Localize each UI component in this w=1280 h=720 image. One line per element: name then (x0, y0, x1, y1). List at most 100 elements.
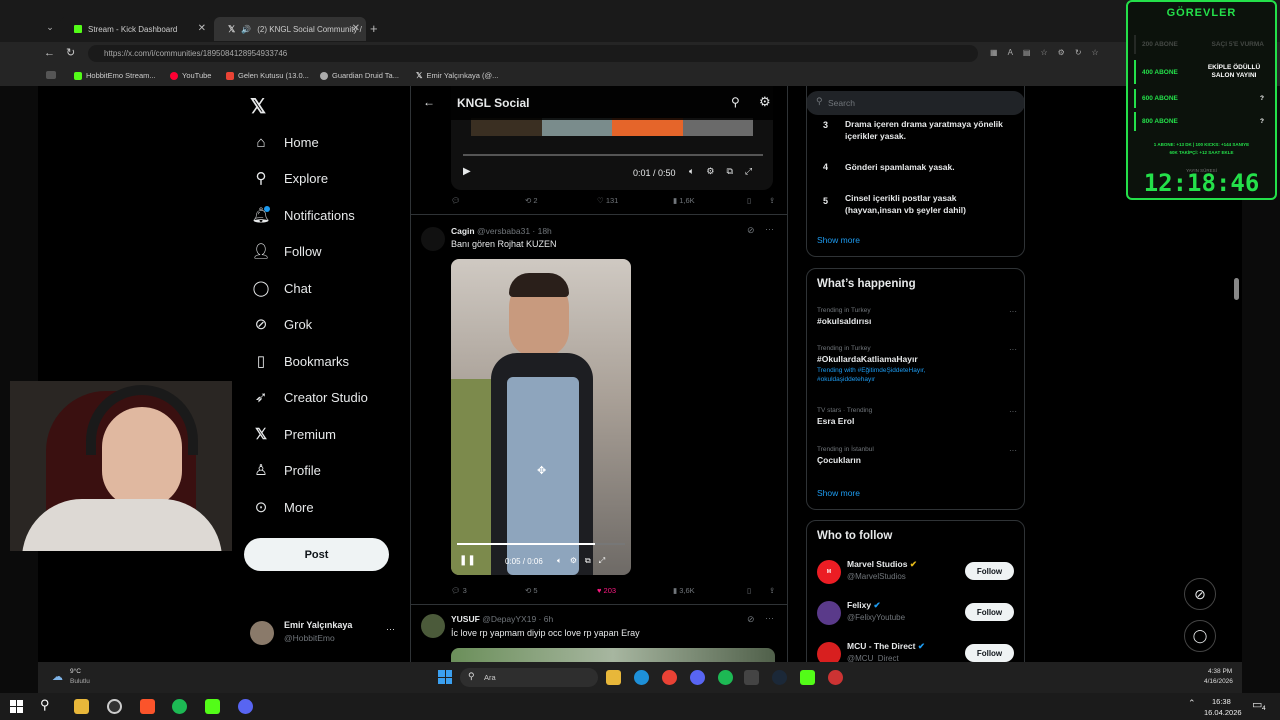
tab-list-button[interactable]: ⌄ (42, 22, 58, 36)
more-dots-icon[interactable]: ··· (386, 624, 395, 634)
bookmark-item[interactable]: Gelen Kutusu (13.0... (226, 71, 309, 80)
url-field[interactable]: https://x.com/i/communities/189508412895… (88, 45, 978, 62)
windows-start-icon[interactable] (438, 670, 452, 684)
taskbar-search[interactable]: ⚲ Ara (460, 668, 598, 687)
account-switcher[interactable]: Emir Yalçınkaya @HobbitEmo ··· (250, 618, 400, 648)
more-dots-icon[interactable]: ··· (1009, 446, 1017, 455)
like-count[interactable]: ♥ 203 (597, 586, 616, 595)
star-icon[interactable]: ☆ (1040, 48, 1047, 57)
video-progress[interactable] (463, 154, 763, 156)
nav-premium[interactable]: 𝕏 Premium (252, 419, 336, 449)
tray-chevron-icon[interactable]: ⌃ (1188, 698, 1196, 709)
nav-creator-studio[interactable]: ➶ Creator Studio (252, 382, 368, 412)
repost-count[interactable]: ⟲ 5 (525, 586, 538, 595)
nav-notifications[interactable]: 🔔︎ Notifications (251, 200, 355, 230)
fullscreen-icon[interactable]: ⤢ (599, 556, 605, 566)
like-count[interactable]: ♡ 131 (597, 196, 618, 205)
volume-icon[interactable]: 🔈︎ (557, 556, 562, 566)
brave-icon[interactable] (140, 699, 155, 714)
reload-button[interactable]: ↻ (66, 46, 75, 59)
author-name[interactable]: Cagin (451, 226, 475, 236)
nav-home[interactable]: ⌂ Home (252, 127, 318, 157)
repost-count[interactable]: ⟲ 2 (525, 196, 538, 205)
settings-icon[interactable]: ⚙ (706, 166, 714, 177)
follow-suggestion[interactable]: MCU - The Direct ✔ @MCU_Direct Follow (807, 639, 1024, 662)
obs-icon[interactable] (107, 699, 122, 714)
settings-gear-icon[interactable]: ⚙ (759, 94, 771, 110)
search-icon[interactable]: ⚲ (731, 95, 740, 109)
edge-icon[interactable] (634, 670, 649, 685)
volume-icon[interactable]: 🔈︎ (689, 166, 694, 177)
kick-app-icon[interactable] (205, 699, 220, 714)
nav-chat[interactable]: ◯ Chat (252, 273, 312, 303)
reply-count[interactable]: 💬︎ 3 (451, 586, 467, 595)
steam-icon[interactable] (772, 670, 787, 685)
pause-icon[interactable]: ❚❚ (459, 555, 476, 566)
page-scrollbar[interactable] (1234, 278, 1239, 300)
tab-kngl-social[interactable]: 𝕏 🔊 (2) KNGL Social Community / ✕ (214, 17, 366, 41)
discord-icon[interactable] (690, 670, 705, 685)
bookmark-item[interactable]: YouTube (170, 71, 211, 80)
follow-suggestion[interactable]: M Marvel Studios ✔ @MarvelStudios Follow (807, 557, 1024, 587)
follow-button[interactable]: Follow (965, 603, 1014, 621)
follow-suggestion[interactable]: Felixy ✔ @FelixyYoutube Follow (807, 598, 1024, 628)
nav-bookmarks[interactable]: ▯ Bookmarks (252, 346, 349, 376)
speaker-icon[interactable]: 🔊 (241, 25, 251, 34)
reply-icon[interactable]: 💬︎ (451, 196, 461, 205)
apps-icon[interactable] (46, 71, 56, 79)
post-button[interactable]: Post (244, 538, 389, 571)
views-count[interactable]: ▮ 1,6K (673, 196, 695, 205)
more-dots-icon[interactable]: ··· (1009, 307, 1017, 316)
views-count[interactable]: ▮ 3,6K (673, 586, 695, 595)
bookmark-item[interactable]: HobbitEmo Stream... (74, 71, 156, 80)
spotify-icon[interactable] (172, 699, 187, 714)
file-explorer-icon[interactable] (74, 699, 89, 714)
pip-icon[interactable]: ⧉ (726, 166, 732, 177)
show-more-link[interactable]: Show more (817, 235, 860, 245)
settings-icon[interactable]: ⚙ (570, 556, 577, 566)
video-player[interactable]: ❚❚ 0:05 / 0:06 🔈︎ ⚙ ⧉ ⤢ (451, 259, 631, 575)
file-explorer-icon[interactable] (606, 670, 621, 685)
video-progress[interactable] (457, 543, 625, 545)
nav-more[interactable]: ⊙ More (252, 492, 314, 522)
trend-item[interactable]: Trending in Turkey #OkullardaKatliamaHay… (817, 345, 1017, 384)
x-logo-icon[interactable]: 𝕏 (250, 94, 266, 119)
star-icon[interactable]: ☆ (1092, 48, 1099, 57)
show-more-link[interactable]: Show more (817, 488, 860, 498)
more-dots-icon[interactable]: ··· (1009, 407, 1017, 416)
back-button[interactable]: ← (44, 47, 55, 59)
back-arrow-icon[interactable]: ← (423, 95, 435, 109)
more-dots-icon[interactable]: ··· (1009, 345, 1017, 354)
close-icon[interactable]: ✕ (352, 23, 360, 34)
new-tab-button[interactable]: + (370, 21, 378, 36)
nav-profile[interactable]: ♙ Profile (252, 455, 321, 485)
more-dots-icon[interactable]: ··· (765, 613, 774, 623)
xbox-icon[interactable] (744, 670, 759, 685)
search-icon[interactable]: ⚲ (40, 697, 50, 713)
follow-button[interactable]: Follow (965, 644, 1014, 662)
app-icon[interactable] (828, 670, 843, 685)
discord-icon[interactable] (238, 699, 253, 714)
avatar[interactable] (421, 614, 445, 638)
weather-icon[interactable]: ☁ (52, 670, 63, 683)
nav-follow[interactable]: 👤︎ Follow (251, 236, 321, 266)
share-icon[interactable]: ⇪ (769, 196, 775, 205)
grok-icon[interactable]: ⊘ (747, 614, 755, 625)
play-icon[interactable]: ▶ (463, 166, 471, 177)
extensions-icon[interactable]: ⚙ (1058, 48, 1065, 57)
nav-grok[interactable]: ⊘ Grok (252, 309, 312, 339)
bookmark-icon[interactable]: ▯ (747, 586, 751, 595)
grid-icon[interactable]: ▦ (990, 48, 998, 57)
messages-floating-button[interactable]: ◯ (1184, 620, 1216, 652)
avatar[interactable] (421, 227, 445, 251)
follow-button[interactable]: Follow (965, 562, 1014, 580)
bookmark-icon[interactable]: ▯ (747, 196, 751, 205)
grok-icon[interactable]: ⊘ (747, 225, 755, 236)
pip-icon[interactable]: ⧉ (585, 556, 591, 566)
trend-item[interactable]: TV stars · Trending Esra Erol ··· (817, 407, 1017, 426)
trend-item[interactable]: Trending in İstanbul Çocukların ··· (817, 446, 1017, 465)
reader-icon[interactable]: ▤ (1023, 48, 1031, 57)
nav-explore[interactable]: ⚲ Explore (252, 163, 329, 193)
close-icon[interactable]: ✕ (198, 23, 206, 34)
refresh-icon[interactable]: ↻ (1075, 48, 1082, 57)
